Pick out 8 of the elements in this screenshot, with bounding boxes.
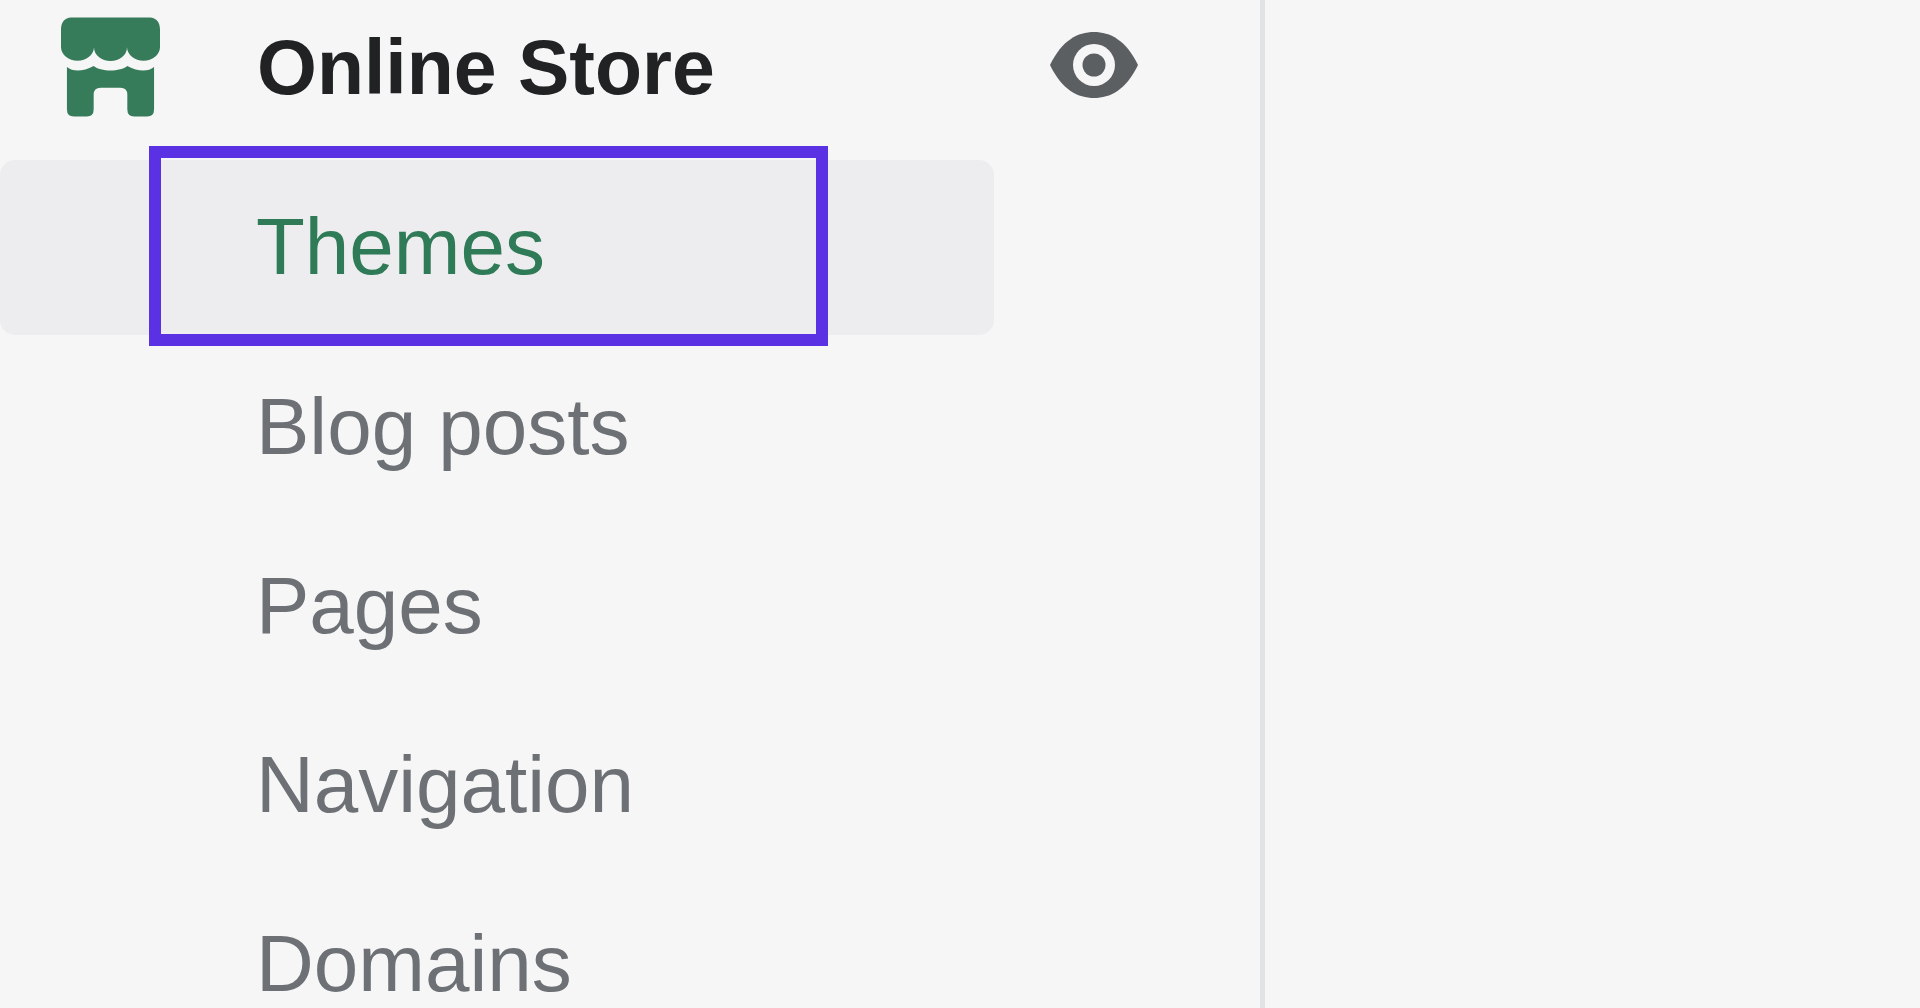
nav-item[interactable]: Themes [0, 160, 994, 335]
section-title[interactable]: Online Store [257, 26, 715, 108]
nav-item[interactable]: Domains [0, 921, 994, 1006]
nav-item[interactable]: Blog posts [0, 384, 994, 469]
storefront-icon [61, 17, 160, 117]
nav-item[interactable]: Navigation [0, 742, 994, 827]
nav-item[interactable]: Pages [0, 563, 994, 648]
eye-icon[interactable] [1050, 32, 1138, 98]
